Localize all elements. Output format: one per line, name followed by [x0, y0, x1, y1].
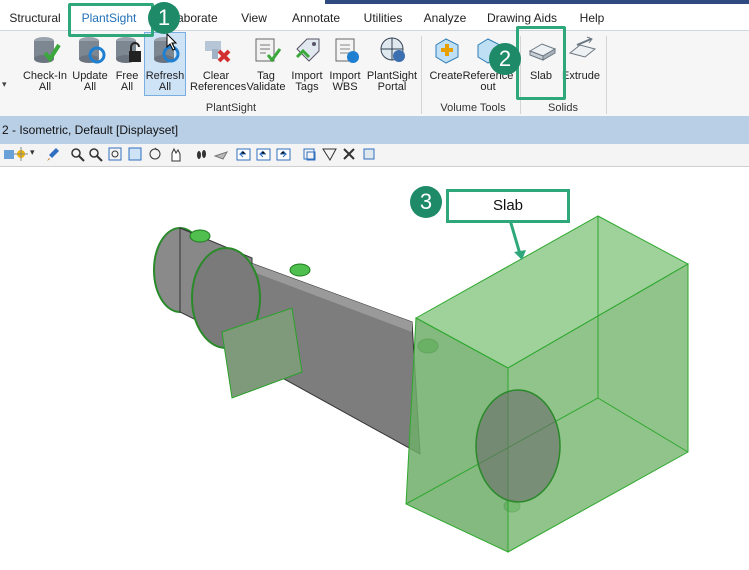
check-in-all-button[interactable]: Check-In All: [23, 33, 67, 95]
clip-mask-icon[interactable]: [342, 147, 357, 162]
nozzle-top-left[interactable]: [189, 229, 211, 243]
tab-drawing-aids[interactable]: Drawing Aids: [486, 8, 558, 28]
group-label-solids: Solids: [548, 102, 578, 114]
brush-icon[interactable]: [46, 147, 61, 162]
clip-options-icon[interactable]: [362, 147, 377, 162]
group-label-volume-tools: Volume Tools: [440, 102, 506, 114]
highlight-plantsight-tab: [68, 3, 154, 37]
view-toolbar: ▾: [0, 144, 749, 167]
mouse-cursor-icon: [166, 33, 178, 51]
refresh-all-button[interactable]: Refresh All: [144, 32, 186, 96]
refresh-all-label: Refresh All: [145, 70, 185, 93]
database-check-icon: [34, 37, 61, 63]
next-view-icon[interactable]: [276, 147, 291, 162]
previous-view-icon[interactable]: [236, 147, 251, 162]
callout-1: 1: [148, 2, 180, 34]
create-volume-icon: [435, 38, 459, 64]
window-area-icon[interactable]: [108, 147, 123, 162]
slab-callout-label: Slab: [446, 189, 570, 223]
group-label-plantsight: PlantSight: [205, 102, 257, 114]
fit-view-icon[interactable]: [128, 147, 143, 162]
ribbon-collapse-arrow-icon[interactable]: ▾: [2, 79, 7, 90]
pan-view-icon[interactable]: [168, 147, 183, 162]
import-tags-icon: [295, 38, 320, 62]
extrude-button[interactable]: Extrude: [561, 33, 601, 95]
plantsight-portal-label: PlantSight Portal: [366, 70, 418, 93]
display-style-dropdown-icon[interactable]: ▾: [30, 147, 45, 162]
tab-utilities[interactable]: Utilities: [358, 8, 408, 28]
tab-analyze[interactable]: Analyze: [422, 8, 468, 28]
rotate-view-icon[interactable]: [148, 147, 163, 162]
pipe-outlet-end[interactable]: [475, 389, 561, 503]
zoom-out-icon[interactable]: [88, 147, 103, 162]
walk-icon[interactable]: [194, 147, 209, 162]
clear-references-label: Clear References: [190, 70, 247, 93]
tab-help[interactable]: Help: [576, 8, 608, 28]
import-wbs-icon: [335, 38, 359, 63]
plantsight-portal-button[interactable]: PlantSight Portal: [367, 33, 417, 95]
zoom-in-icon[interactable]: [70, 147, 85, 162]
highlight-slab-button: [516, 26, 566, 100]
clear-references-button[interactable]: Clear References: [190, 33, 246, 95]
previous-view-icon-2[interactable]: [256, 147, 271, 162]
view-title-bar: 2 - Isometric, Default [Displayset]: [0, 116, 749, 144]
group-separator: [606, 36, 607, 114]
clip-volume-icon[interactable]: [302, 147, 317, 162]
callout-leader: [508, 219, 522, 255]
display-style-icon[interactable]: [14, 147, 29, 162]
portal-globe-icon: [380, 37, 405, 62]
ribbon: ▾ Check-In All Update All Free All Refre…: [0, 30, 749, 117]
tab-view[interactable]: View: [236, 8, 272, 28]
import-wbs-button[interactable]: Import WBS: [325, 33, 365, 95]
camera-icon[interactable]: [322, 147, 337, 162]
extrude-icon: [568, 36, 597, 58]
tag-validate-button[interactable]: Tag Validate: [246, 33, 286, 95]
nozzle-top[interactable]: [289, 263, 311, 277]
database-lock-icon: [116, 37, 141, 63]
tab-annotate[interactable]: Annotate: [288, 8, 344, 28]
callout-2: 2: [489, 43, 521, 75]
import-wbs-label: Import WBS: [329, 70, 361, 93]
fly-icon[interactable]: [214, 147, 229, 162]
create-button[interactable]: Create: [426, 33, 466, 95]
title-bar-edge: [325, 0, 749, 4]
callout-3: 3: [410, 186, 442, 218]
clear-references-icon: [205, 41, 231, 63]
viewport-3d[interactable]: [0, 166, 749, 570]
tag-validate-icon: [255, 38, 282, 63]
view-title: 2 - Isometric, Default [Displayset]: [2, 123, 179, 137]
tab-structural[interactable]: Structural: [4, 8, 66, 28]
database-sync-icon: [79, 37, 106, 64]
